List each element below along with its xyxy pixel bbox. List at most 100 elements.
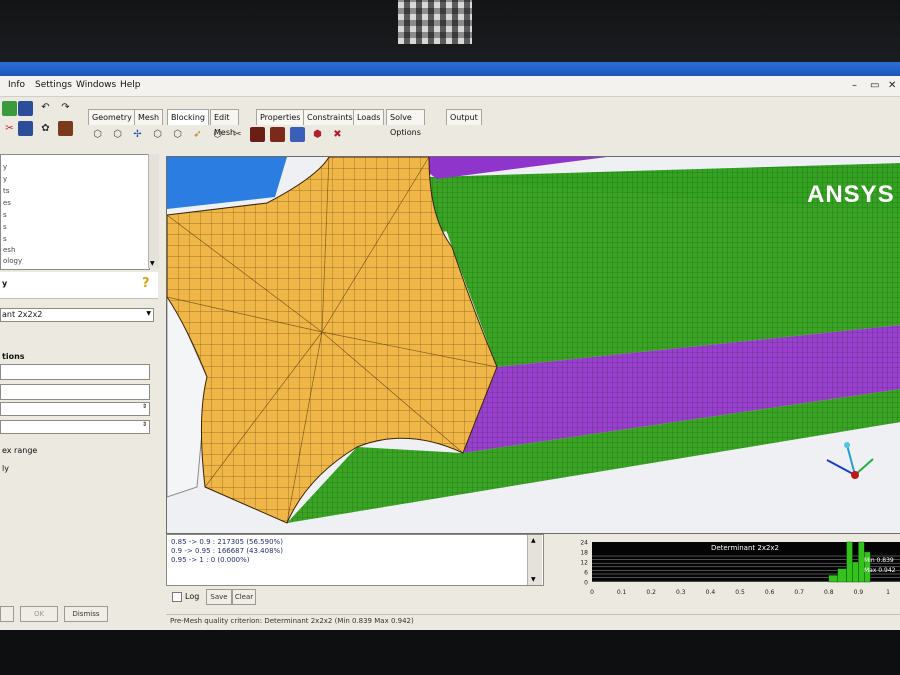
close-icon[interactable]: ✕ [888,80,896,91]
histogram-x-tick-label: 0.7 [794,589,804,596]
monitor-bezel-top [0,0,900,62]
merge-vertices-icon[interactable]: ✢ [130,127,145,142]
pre-mesh-quality-icon[interactable] [270,127,285,142]
tree-item[interactable]: es [3,199,11,207]
dismiss-button[interactable]: Dismiss [64,606,108,622]
tab-constraints[interactable]: Constraints [303,109,357,125]
clear-log-button[interactable]: Clear [232,589,256,605]
minimize-icon[interactable]: – [852,80,857,91]
only-label[interactable]: ly [2,464,9,473]
tab-blocking[interactable]: Blocking [167,109,210,125]
monitor-bezel-bottom [0,630,900,675]
quality-histogram[interactable]: 24 18 12 6 0 0 0.1 0.2 0.3 0.4 0.5 0.6 0.7 0.8 0.9 1 D… [560,536,900,604]
tab-loads[interactable]: Loads [353,109,385,125]
histogram-x-tick-label: 0.4 [706,589,716,596]
redo-icon[interactable]: ↷ [58,100,73,115]
window-title-bar [0,62,900,76]
tree-item[interactable]: ts [3,187,9,195]
spinner-icon[interactable]: ⇕ [142,421,147,428]
menu-settings[interactable]: Settings [35,80,72,90]
tree-scrollbar[interactable]: ▼ [148,154,159,268]
histogram-x-tick-label: 0 [590,589,594,596]
criterion-select[interactable]: ant 2x2x2 ▼ [0,308,154,322]
option-field-2[interactable] [0,384,150,400]
tab-edit-mesh[interactable]: Edit Mesh [210,109,240,137]
message-window[interactable]: 0.85 -> 0.9 : 217305 (56.590%) 0.9 -> 0.… [166,534,544,586]
wireframe-icon[interactable]: ✿ [38,121,53,136]
transform-blocks-icon[interactable]: ⬡ [210,127,225,142]
pre-mesh-params-icon[interactable] [250,127,265,142]
cut-geometry-icon[interactable]: ✂ [2,121,17,136]
index-range-label[interactable]: ex range [2,446,37,455]
histogram-x-tick-label: 0.9 [854,589,864,596]
move-vertex-icon[interactable]: ➶ [190,127,205,142]
edit-block-icon[interactable]: ⬡ [150,127,165,142]
options-title: tions [2,352,25,361]
tree-item[interactable]: s [3,235,7,243]
save-log-button[interactable]: Save [206,589,232,605]
scroll-up-icon[interactable]: ▲ [531,537,536,544]
edit-edge-icon[interactable]: ✂ [230,127,245,142]
graphics-viewport[interactable]: ANSYS [166,156,900,534]
save-project-icon[interactable] [18,101,33,116]
ok-button[interactable]: OK [20,606,58,622]
tab-output[interactable]: Output [446,109,482,125]
scroll-down-icon[interactable]: ▼ [150,260,155,267]
histogram-y-tick-label: 18 [580,550,588,557]
tab-solve-options[interactable]: Solve Options [386,109,425,137]
histogram-bar [828,575,838,583]
chevron-down-icon[interactable]: ▼ [146,310,151,317]
tree-item[interactable]: ology [3,257,22,265]
open-project-icon[interactable] [2,101,17,116]
apply-button[interactable] [0,606,14,622]
associate-icon[interactable]: ⬡ [170,127,185,142]
tree-item[interactable]: y [3,175,7,183]
block-checks-icon[interactable]: ⬢ [310,127,325,142]
option-spinner-1[interactable]: ⇕ [0,402,150,416]
histogram-y-ticks: 24 18 12 6 0 [580,540,588,587]
tab-geometry[interactable]: Geometry [88,109,136,125]
option-field-1[interactable] [0,364,150,380]
model-tree[interactable]: y y ts es s s s esh ology [0,154,150,270]
main-toolbar: ↶ ↷ ✂ ✿ Geometry Mesh Blocking Edit Mesh… [0,97,900,153]
histogram-bar [837,568,847,583]
tree-item[interactable]: y [3,163,7,171]
pre-mesh-smooth-icon[interactable] [290,127,305,142]
undo-icon[interactable]: ↶ [38,100,53,115]
panel-section-title: y [2,279,8,288]
display-icon[interactable] [18,121,33,136]
menu-info[interactable]: Info [8,80,25,90]
histogram-x-tick-label: 0.3 [676,589,686,596]
mesh-render [167,157,900,533]
histogram-y-tick-label: 12 [580,560,588,567]
tree-item[interactable]: esh [3,246,15,254]
histogram-y-tick-label: 6 [584,570,588,577]
solid-render-icon[interactable] [58,121,73,136]
restore-icon[interactable]: ▭ [870,80,879,91]
webcam-pattern [398,0,472,44]
tree-item[interactable]: s [3,223,7,231]
split-block-icon[interactable]: ⬡ [110,127,125,142]
histogram-min-label: Min 0.839 [864,557,894,564]
spinner-icon[interactable]: ⇕ [142,403,147,410]
tab-mesh[interactable]: Mesh [134,109,164,125]
scroll-down-icon[interactable]: ▼ [531,576,536,583]
histogram-max-label: Max 0.942 [864,567,896,574]
message-line: 0.9 -> 0.95 : 166687 (43.408%) [171,547,283,555]
criterion-select-value: ant 2x2x2 [2,310,43,319]
tab-properties[interactable]: Properties [256,109,305,125]
delete-block-icon[interactable]: ✖ [330,127,345,142]
ansys-icem-window: Info Settings Windows Help – ▭ ✕ ↶ ↷ ✂ ✿… [0,62,900,630]
option-spinner-2[interactable]: ⇕ [0,420,150,434]
histogram-title: Determinant 2x2x2 [711,544,779,552]
histogram-y-tick-label: 0 [584,580,588,587]
log-checkbox[interactable] [172,592,182,602]
histogram-bar [852,561,859,583]
menu-help[interactable]: Help [120,80,141,90]
tree-item[interactable]: s [3,211,7,219]
help-icon[interactable]: ? [142,276,150,291]
create-block-icon[interactable]: ⬡ [90,127,105,142]
menu-windows[interactable]: Windows [76,80,116,90]
menu-bar: Info Settings Windows Help – ▭ ✕ [0,76,900,97]
message-scrollbar[interactable]: ▲ ▼ [527,535,542,585]
